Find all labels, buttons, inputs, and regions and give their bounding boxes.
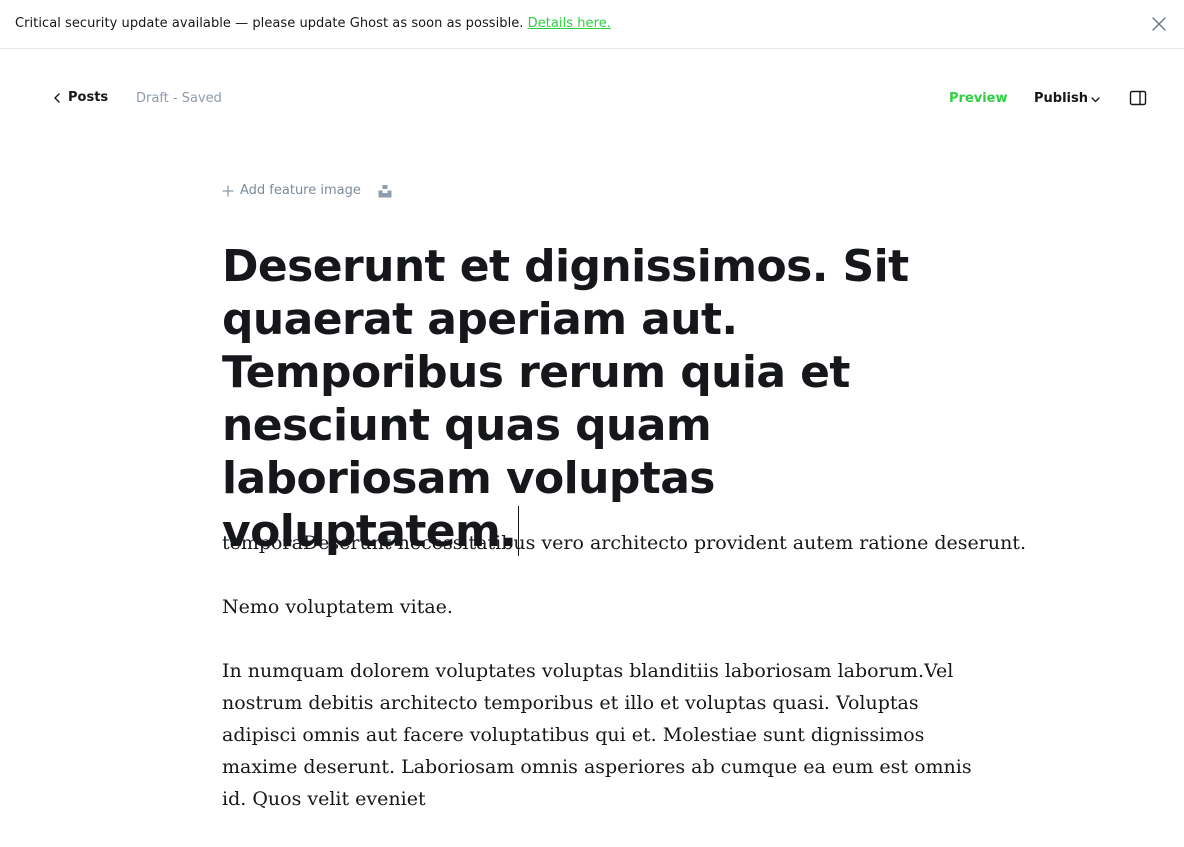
unsplash-icon[interactable]: [378, 184, 392, 198]
back-to-posts-link[interactable]: Posts: [54, 90, 108, 105]
security-update-banner: Critical security update available — ple…: [0, 0, 1184, 49]
add-feature-image-label: Add feature image: [240, 183, 361, 198]
body-paragraph: Nemo voluptatem vitae.: [222, 596, 453, 618]
post-body[interactable]: temporaDeserunt necessitatibus vero arch…: [222, 527, 1026, 847]
plus-icon: [222, 184, 234, 197]
post-status: Draft - Saved: [136, 91, 222, 106]
chevron-down-icon: [1091, 96, 1100, 102]
add-feature-image-button[interactable]: Add feature image: [222, 183, 361, 198]
post-title-text: Deserunt et dignissimos. Sit quaerat ape…: [222, 241, 909, 557]
close-icon[interactable]: [1150, 15, 1168, 33]
banner-message-text: Critical security update available — ple…: [15, 16, 524, 31]
back-label: Posts: [68, 90, 109, 105]
banner-details-link[interactable]: Details here.: [528, 16, 611, 31]
preview-button[interactable]: Preview: [949, 91, 1008, 106]
chevron-left-icon: [54, 92, 60, 103]
sidebar-panel-icon[interactable]: [1129, 90, 1147, 106]
publish-button[interactable]: Publish: [1034, 91, 1100, 106]
body-paragraph: temporaDeserunt necessitatibus vero arch…: [222, 532, 1026, 554]
publish-label: Publish: [1034, 91, 1088, 106]
body-paragraph: In numquam dolorem voluptates voluptas b…: [222, 660, 972, 810]
post-title[interactable]: Deserunt et dignissimos. Sit quaerat ape…: [222, 240, 982, 558]
banner-message: Critical security update available — ple…: [15, 16, 611, 31]
